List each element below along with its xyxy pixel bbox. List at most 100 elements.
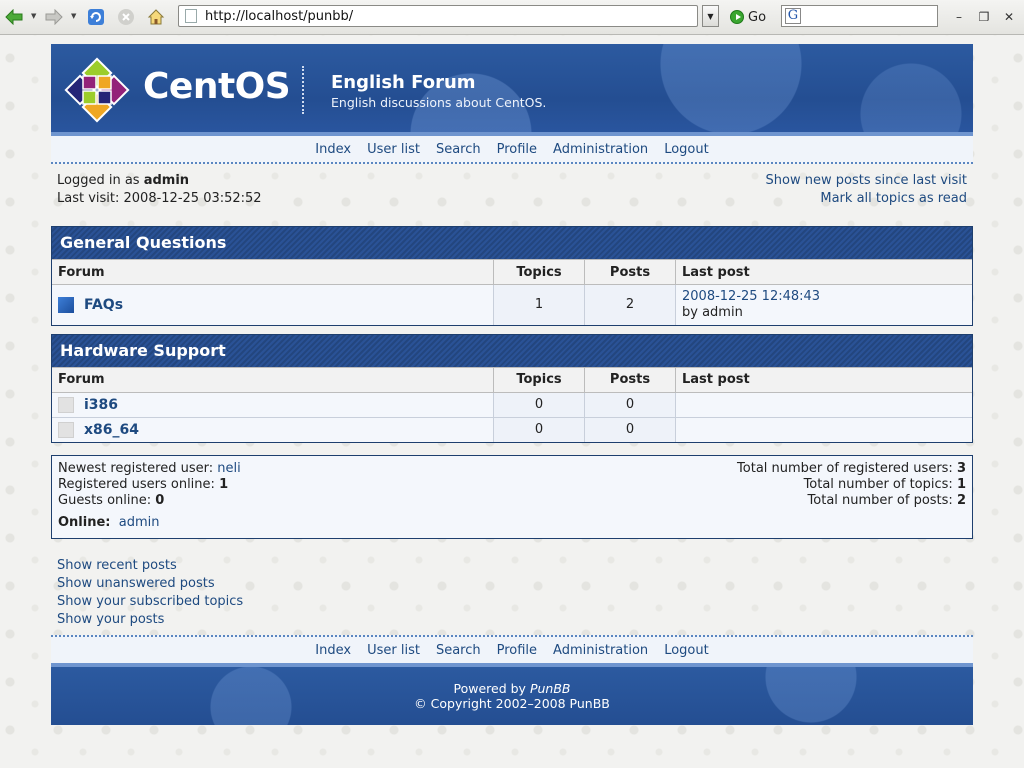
- go-arrow-icon: [730, 10, 744, 24]
- total-topics-label: Total number of topics:: [803, 477, 953, 492]
- footer-nav-index[interactable]: Index: [315, 643, 351, 658]
- search-engine-box[interactable]: G: [781, 5, 938, 27]
- punbb-link[interactable]: PunBB: [530, 681, 571, 696]
- show-your-posts-link[interactable]: Show your posts: [57, 612, 164, 627]
- col-topics: Topics: [493, 259, 585, 285]
- last-post-author: by admin: [682, 304, 743, 320]
- show-recent-posts-link[interactable]: Show recent posts: [57, 558, 177, 573]
- powered-by: Powered by PunBB: [51, 667, 973, 696]
- new-posts-icon: [58, 296, 74, 313]
- table-row: i386 0 0: [52, 391, 972, 417]
- forum-page: CentOS English Forum English discussions…: [51, 44, 973, 725]
- forum-link-faqs[interactable]: FAQs: [84, 297, 123, 313]
- nav-logout[interactable]: Logout: [664, 142, 709, 157]
- go-label: Go: [748, 9, 767, 25]
- forward-history-dropdown-icon[interactable]: ▼: [71, 12, 79, 20]
- show-new-posts-link[interactable]: Show new posts since last visit: [766, 173, 967, 188]
- forum-table: Forum Topics Posts Last post FAQs 1 2 20…: [52, 259, 972, 325]
- last-post-empty: [675, 416, 972, 442]
- col-posts: Posts: [584, 259, 676, 285]
- centos-logo-icon: [64, 57, 130, 123]
- back-history-dropdown-icon[interactable]: ▼: [31, 12, 39, 20]
- footer-nav-administration[interactable]: Administration: [553, 643, 648, 658]
- back-arrow-icon[interactable]: [4, 7, 24, 27]
- board-stats: Newest registered user: neli Registered …: [51, 455, 973, 539]
- total-posts-count: 2: [956, 493, 966, 508]
- category-general-questions: General Questions Forum Topics Posts Las…: [51, 226, 973, 326]
- no-new-posts-icon: [58, 421, 74, 438]
- main-nav: Index User list Search Profile Administr…: [51, 136, 973, 164]
- registered-online-label: Registered users online:: [58, 477, 215, 492]
- total-users-count: 3: [956, 461, 966, 476]
- show-subscribed-topics-link[interactable]: Show your subscribed topics: [57, 594, 243, 609]
- table-row: FAQs 1 2 2008-12-25 12:48:43 by admin: [52, 284, 972, 325]
- nav-index[interactable]: Index: [315, 142, 351, 157]
- topics-count: 0: [493, 391, 585, 417]
- url-history-dropdown-icon[interactable]: ▼: [702, 5, 719, 27]
- footer-nav-search[interactable]: Search: [436, 643, 481, 658]
- category-hardware-support: Hardware Support Forum Topics Posts Last…: [51, 333, 973, 443]
- online-user-link[interactable]: admin: [119, 515, 160, 530]
- footer-nav: Index User list Search Profile Administr…: [51, 635, 973, 663]
- powered-by-label: Powered by: [453, 681, 526, 696]
- col-forum: Forum: [52, 259, 494, 285]
- newest-user-label: Newest registered user:: [58, 461, 214, 476]
- mark-all-read-link[interactable]: Mark all topics as read: [820, 191, 967, 206]
- logged-in-line: Logged in as admin: [57, 172, 262, 190]
- footer-nav-logout[interactable]: Logout: [664, 643, 709, 658]
- posts-count: 0: [584, 416, 676, 442]
- logo-separator: [302, 66, 304, 114]
- category-title: General Questions: [52, 227, 972, 259]
- maximize-icon[interactable]: ❐: [977, 10, 991, 24]
- go-button[interactable]: Go: [730, 8, 766, 26]
- show-unanswered-posts-link[interactable]: Show unanswered posts: [57, 576, 215, 591]
- copyright: © Copyright 2002–2008 PunBB: [414, 696, 610, 711]
- footer-banner: Powered by PunBB © Copyright 2002–2008 P…: [51, 663, 973, 725]
- reload-icon[interactable]: [86, 7, 106, 27]
- nav-administration[interactable]: Administration: [553, 142, 648, 157]
- nav-search[interactable]: Search: [436, 142, 481, 157]
- last-visit: Last visit: 2008-12-25 03:52:52: [57, 191, 262, 206]
- logged-in-username: admin: [143, 173, 190, 188]
- topics-count: 0: [493, 416, 585, 442]
- registered-online-count: 1: [219, 477, 229, 492]
- forum-link-i386[interactable]: i386: [84, 397, 118, 413]
- online-label: Online:: [58, 515, 111, 530]
- col-topics: Topics: [493, 366, 585, 393]
- guests-online-label: Guests online:: [58, 493, 152, 508]
- newest-user-link[interactable]: neli: [217, 461, 240, 476]
- google-icon[interactable]: G: [785, 8, 801, 24]
- footer-nav-user-list[interactable]: User list: [367, 643, 420, 658]
- col-posts: Posts: [584, 366, 676, 393]
- total-topics-count: 1: [956, 477, 966, 492]
- col-last-post: Last post: [675, 366, 972, 393]
- logo-text: CentOS: [143, 66, 291, 107]
- no-new-posts-icon: [58, 396, 74, 413]
- board-description: English discussions about CentOS.: [331, 95, 547, 110]
- minimize-icon[interactable]: –: [952, 10, 966, 24]
- footer-nav-profile[interactable]: Profile: [497, 643, 537, 658]
- stop-icon[interactable]: [116, 7, 136, 27]
- forum-link-x86-64[interactable]: x86_64: [84, 422, 139, 438]
- nav-user-list[interactable]: User list: [367, 142, 420, 157]
- url-input[interactable]: [205, 8, 675, 24]
- forum-table: Forum Topics Posts Last post i386 0 0 x8…: [52, 366, 972, 442]
- last-post-link[interactable]: 2008-12-25 12:48:43: [682, 289, 820, 304]
- nav-profile[interactable]: Profile: [497, 142, 537, 157]
- home-icon[interactable]: [146, 7, 166, 27]
- total-users-label: Total number of registered users:: [737, 461, 953, 476]
- search-input[interactable]: [805, 8, 929, 24]
- quick-links: Show recent posts Show unanswered posts …: [51, 557, 973, 629]
- page-icon: [185, 9, 197, 23]
- close-icon[interactable]: ✕: [1002, 10, 1016, 24]
- guests-online-count: 0: [155, 493, 165, 508]
- col-forum: Forum: [52, 366, 494, 393]
- forward-arrow-icon[interactable]: [44, 7, 64, 27]
- table-row: x86_64 0 0: [52, 416, 972, 442]
- board-title: English Forum: [331, 72, 476, 93]
- posts-count: 0: [584, 391, 676, 417]
- url-bar[interactable]: [178, 5, 698, 27]
- topics-count: 1: [493, 284, 585, 325]
- browser-toolbar: ▼ ▼ ▼ Go G – ❐ ✕: [0, 0, 1024, 35]
- total-posts-label: Total number of posts:: [807, 493, 953, 508]
